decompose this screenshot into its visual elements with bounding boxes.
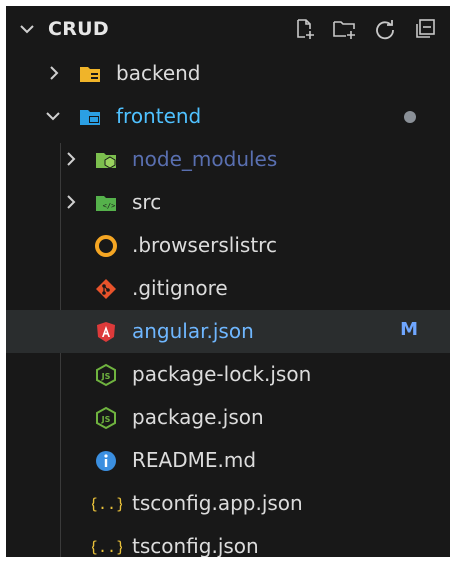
node-folder-icon xyxy=(94,148,118,172)
tree-item-label: README.md xyxy=(132,448,257,472)
modified-dot xyxy=(404,111,416,123)
svg-text:JS: JS xyxy=(101,372,111,381)
git-status-badge: M xyxy=(400,319,418,340)
tree-item-label: package.json xyxy=(132,405,264,429)
tree-item-frontend[interactable]: frontend xyxy=(6,95,450,138)
refresh-icon[interactable] xyxy=(372,16,398,42)
explorer-root-title: CRUD xyxy=(48,18,109,40)
explorer-panel: CRUD backend frontend node_modules </> s… xyxy=(6,6,450,557)
tree-item-node-modules[interactable]: node_modules xyxy=(6,138,450,181)
json-braces-icon: {..} xyxy=(89,535,125,557)
tree-item-tsconfig-app-json[interactable]: {..} tsconfig.app.json xyxy=(6,482,450,525)
browserslist-icon xyxy=(94,234,118,258)
chevron-down-icon[interactable] xyxy=(44,107,62,129)
tree-item-browserslistrc[interactable]: .browserslistrc xyxy=(6,224,450,267)
backend-folder-icon xyxy=(78,62,102,86)
chevron-right-icon[interactable] xyxy=(46,64,62,86)
explorer-actions xyxy=(292,16,438,42)
tree-item-label: .gitignore xyxy=(132,276,228,300)
tree-item-package-lock-json[interactable]: JS package-lock.json xyxy=(6,353,450,396)
new-file-icon[interactable] xyxy=(292,16,318,42)
tree-item-src[interactable]: </> src xyxy=(6,181,450,224)
tree-item-angular-json[interactable]: angular.json M xyxy=(6,310,450,353)
git-icon xyxy=(94,277,118,301)
tree-item-label: .browserslistrc xyxy=(132,233,277,257)
src-folder-icon: </> xyxy=(94,191,118,215)
tree-item-label: backend xyxy=(116,61,201,85)
tree-item-label: src xyxy=(132,190,162,214)
json-braces-icon: {..} xyxy=(89,492,125,516)
chevron-right-icon[interactable] xyxy=(63,150,79,172)
svg-text:</>: </> xyxy=(103,202,116,210)
explorer-header[interactable]: CRUD xyxy=(6,6,450,52)
tree-item-label: package-lock.json xyxy=(132,362,312,386)
tree-item-tsconfig-json[interactable]: {..} tsconfig.json xyxy=(6,525,450,557)
tree-item-readme[interactable]: README.md xyxy=(6,439,450,482)
tree-item-label: tsconfig.json xyxy=(132,534,259,557)
collapse-all-icon[interactable] xyxy=(412,16,438,42)
new-folder-icon[interactable] xyxy=(332,16,358,42)
tree-item-label: angular.json xyxy=(132,319,254,343)
svg-text:{..}: {..} xyxy=(92,495,122,513)
svg-text:JS: JS xyxy=(101,415,111,424)
tree-item-package-json[interactable]: JS package.json xyxy=(6,396,450,439)
angular-icon xyxy=(94,320,118,344)
info-icon xyxy=(94,449,118,473)
svg-text:{..}: {..} xyxy=(92,538,122,556)
nodejs-icon: JS xyxy=(94,406,118,430)
frontend-folder-icon xyxy=(78,105,102,129)
nodejs-icon: JS xyxy=(94,363,118,387)
tree-item-label: tsconfig.app.json xyxy=(132,491,303,515)
tree-item-label: node_modules xyxy=(132,147,278,171)
tree-item-backend[interactable]: backend xyxy=(6,52,450,95)
chevron-down-icon[interactable] xyxy=(18,20,36,42)
tree-item-gitignore[interactable]: .gitignore xyxy=(6,267,450,310)
tree-item-label: frontend xyxy=(116,104,202,128)
chevron-right-icon[interactable] xyxy=(63,193,79,215)
